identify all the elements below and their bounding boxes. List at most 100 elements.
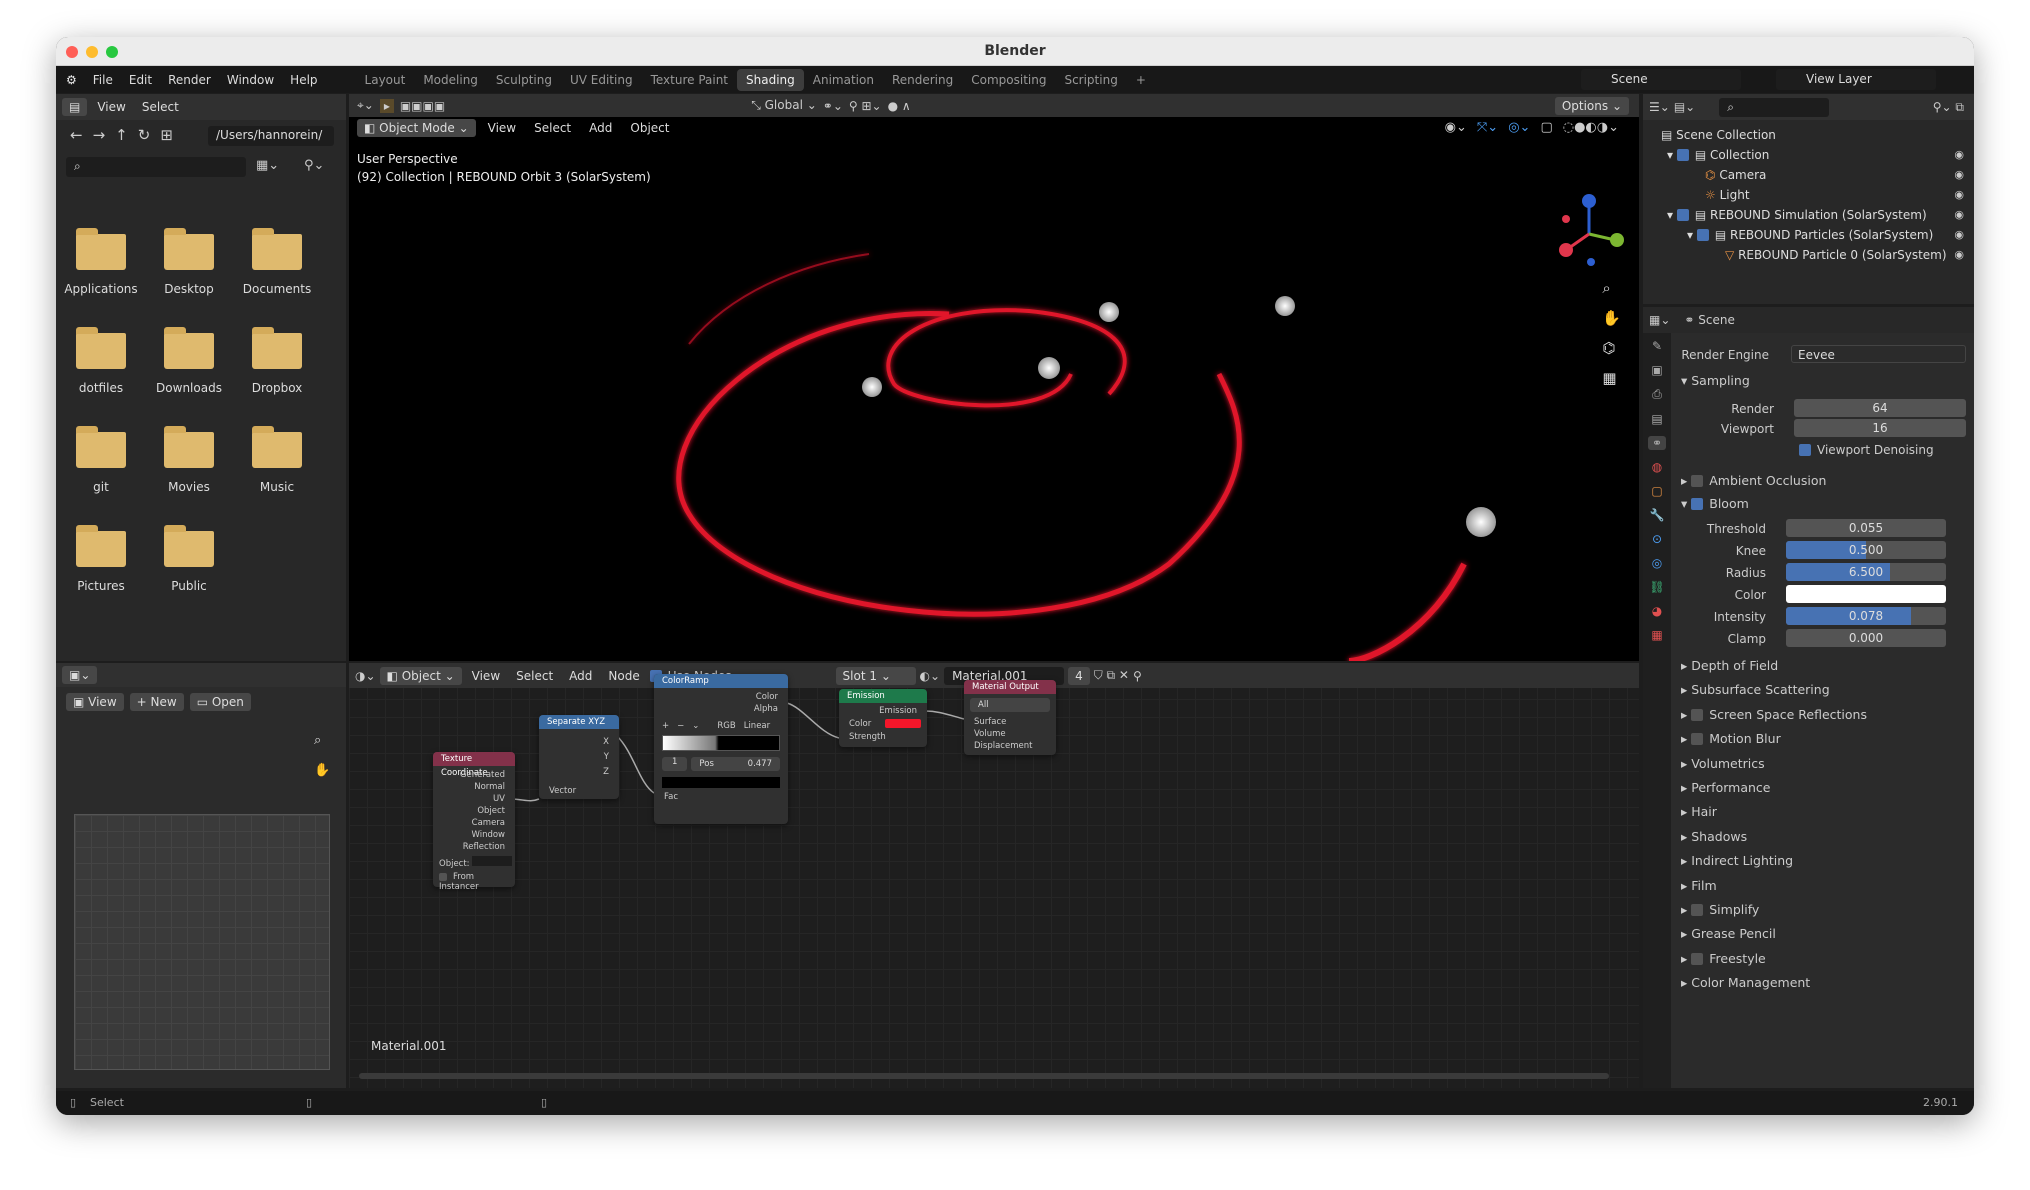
image-canvas[interactable] [74,814,330,1070]
refresh-icon[interactable]: ↻ [138,126,151,144]
node-material-output[interactable]: Material Output All Surface Volume Displ… [964,680,1056,755]
editor-type-button[interactable]: ▣⌄ [62,666,98,684]
bloom-field-clamp[interactable]: 0.000 [1786,629,1946,647]
node-texture-coordinate[interactable]: Texture Coordinate Generated Normal UV O… [433,752,515,892]
bloom-section[interactable]: ▾ Bloom [1681,496,1749,511]
input-displacement[interactable]: Displacement [974,740,1056,752]
path-field[interactable]: /Users/hannorein/ [208,126,334,146]
folder-pictures[interactable]: Pictures [56,525,146,593]
zoom-icon[interactable]: ⌕ [1602,279,1621,297]
render-tab-icon[interactable]: ▣ [1651,363,1662,377]
folder-public[interactable]: Public [144,525,234,593]
constraint-tab-icon[interactable]: ⛓ [1649,580,1664,594]
output-normal[interactable]: Normal [433,781,505,793]
outliner-item-scene-collection[interactable]: ▤ Scene Collection [1643,125,1974,145]
outliner-item-collection[interactable]: ▾ ▤ Collection ◉ [1643,145,1974,165]
filter-icon[interactable]: ⚲⌄ [304,158,324,173]
section-motion-blur[interactable]: ▸ Motion Blur [1681,731,1781,746]
menu-help[interactable]: Help [282,73,325,87]
eye-icon[interactable]: ◉ [1954,205,1964,225]
view-layer-tab-icon[interactable]: ▤ [1651,412,1662,426]
section-performance[interactable]: ▸ Performance [1681,780,1770,795]
remove-stop-button[interactable]: − [677,721,684,731]
editor-type-icon[interactable]: ☰⌄ [1649,100,1670,114]
menu-edit[interactable]: Edit [121,73,160,87]
stop-index-field[interactable]: 1 [662,757,688,771]
tab-uv-editing[interactable]: UV Editing [561,69,642,91]
image-view-menu[interactable]: ▣ View [66,693,124,711]
folder-applications[interactable]: Applications [56,228,146,296]
tab-modeling[interactable]: Modeling [414,69,487,91]
blender-logo-icon[interactable]: ⚙ [56,73,85,87]
add-stop-button[interactable]: + [662,721,669,731]
output-camera[interactable]: Camera [433,817,505,829]
menu-file[interactable]: File [85,73,121,87]
section-color-management[interactable]: ▸ Color Management [1681,975,1810,990]
image-new-button[interactable]: + New [129,693,184,711]
scene-tab-icon[interactable]: ⚭ [1647,436,1667,450]
filebrowser-view-menu[interactable]: View [91,100,131,114]
filebrowser-select-menu[interactable]: Select [136,100,185,114]
from-instancer-checkbox[interactable]: From Instancer [433,872,515,892]
input-fac[interactable]: Fac [654,792,788,802]
tab-layout[interactable]: Layout [356,69,415,91]
zoom-icon[interactable]: ⌕ [314,733,321,748]
grid-icon[interactable]: ▦ [1602,369,1621,387]
editor-type-button[interactable]: ▤ [62,98,88,116]
folder-music[interactable]: Music [232,426,322,494]
node-emission[interactable]: Emission Emission Color Strength [839,689,927,747]
section-hair[interactable]: ▸ Hair [1681,804,1717,819]
outliner-item-rebound-particle-0[interactable]: ▽ REBOUND Particle 0 (SolarSystem) ◉ [1643,245,1974,265]
output-alpha[interactable]: Alpha [654,703,778,715]
section-volumetrics[interactable]: ▸ Volumetrics [1681,756,1765,771]
checkbox-icon[interactable] [1691,708,1704,721]
section-depth-of-field[interactable]: ▸ Depth of Field [1681,658,1778,673]
input-volume[interactable]: Volume [974,728,1056,740]
zoom-window-button[interactable] [106,46,118,58]
tab-animation[interactable]: Animation [804,69,883,91]
outliner-item-rebound-sim[interactable]: ▾ ▤ REBOUND Simulation (SolarSystem) ◉ [1643,205,1974,225]
shader-node-editor[interactable]: ◑⌄ ◧ Object ⌄ View Select Add Node Use N… [349,663,1639,1088]
particle-3[interactable] [862,377,882,397]
close-window-button[interactable] [66,46,78,58]
particle-2[interactable] [1275,296,1295,316]
scene-selector[interactable]: Scene [1581,69,1741,90]
folder-git[interactable]: git [56,426,146,494]
object-tab-icon[interactable]: ▢ [1651,484,1662,498]
image-open-button[interactable]: ▭ Open [189,693,251,711]
object-picker[interactable] [472,856,513,866]
render-samples-field[interactable]: 64 [1794,399,1966,417]
particle-1[interactable] [1099,302,1119,322]
ramp-menu-button[interactable]: ⌄ [692,721,699,731]
viewport-denoising-checkbox[interactable]: Viewport Denoising [1671,443,1974,463]
menu-window[interactable]: Window [219,73,282,87]
camera-icon[interactable]: ⌬ [1602,339,1621,357]
input-vector[interactable]: Vector [539,786,619,796]
section-grease-pencil[interactable]: ▸ Grease Pencil [1681,926,1776,941]
eye-icon[interactable]: ◉ [1954,225,1964,245]
output-tab-icon[interactable]: ⎙ [1652,387,1662,402]
outliner-search[interactable]: ⌕ [1719,97,1830,117]
axis-gizmo[interactable] [1559,194,1624,266]
folder-dropbox[interactable]: Dropbox [232,327,322,395]
editor-type-icon[interactable]: ▦⌄ [1649,313,1670,327]
new-folder-icon[interactable]: ⊞ [160,126,173,144]
section-shadows[interactable]: ▸ Shadows [1681,829,1747,844]
bloom-field-color[interactable] [1786,585,1946,603]
add-workspace-button[interactable]: + [1127,69,1155,91]
target-dropdown[interactable]: All [970,698,1050,712]
tab-texture-paint[interactable]: Texture Paint [642,69,737,91]
texture-tab-icon[interactable]: ▦ [1651,628,1662,642]
color-ramp-bar[interactable] [662,735,780,751]
parent-dir-icon[interactable]: ↑ [115,126,128,144]
viewport-samples-field[interactable]: 16 [1794,419,1966,437]
section-screen-space-reflections[interactable]: ▸ Screen Space Reflections [1681,707,1867,722]
eye-icon[interactable]: ◉ [1954,185,1964,205]
modifier-tab-icon[interactable]: 🔧 [1650,508,1665,522]
folder-downloads[interactable]: Downloads [144,327,234,395]
output-uv[interactable]: UV [433,793,505,805]
3d-viewport[interactable]: ⌖⌄ ▸ ▣▣▣▣ ⤡ Global ⌄ ⚭⌄ ⚲ ⊞⌄ ● ∧ Options… [349,94,1639,661]
world-tab-icon[interactable]: ◍ [1652,460,1662,474]
object-field[interactable]: Object: [433,856,515,869]
eye-icon[interactable]: ◉ [1954,245,1964,265]
